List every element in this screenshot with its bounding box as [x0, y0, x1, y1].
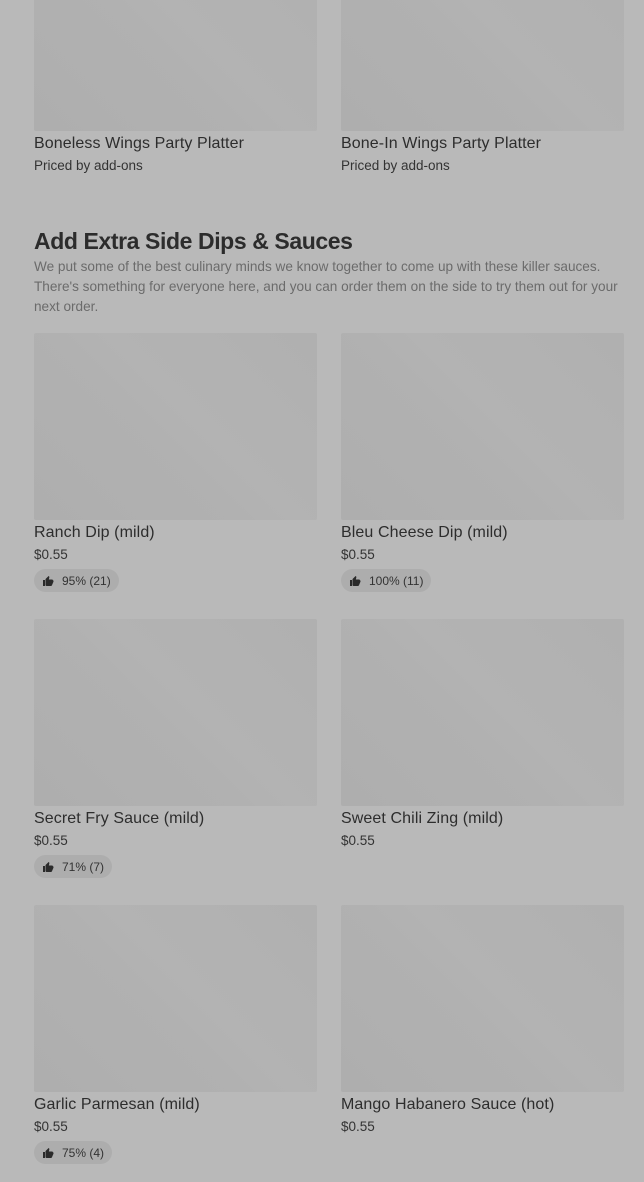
rating-text: 100% (11) [369, 573, 424, 588]
menu-item-image[interactable] [34, 333, 317, 520]
menu-item-image[interactable] [341, 333, 624, 520]
menu-item-card[interactable]: Bleu Cheese Dip (mild) $0.55 100% (11) [341, 333, 624, 592]
menu-item-card[interactable]: Boneless Wings Party Platter Priced by a… [34, 0, 317, 175]
menu-item-image[interactable] [34, 619, 317, 806]
section-title: Add Extra Side Dips & Sauces [34, 228, 353, 254]
rating-badge: 75% (4) [34, 1141, 113, 1164]
menu-item-price: $0.55 [34, 833, 68, 848]
menu-item-card[interactable]: Bone-In Wings Party Platter Priced by ad… [341, 0, 624, 175]
thumbs-up-icon [43, 1147, 54, 1158]
menu-item-card[interactable]: Secret Fry Sauce (mild) $0.55 71% (7) [34, 619, 317, 878]
menu-item-name: Ranch Dip (mild) [34, 524, 155, 541]
menu-item-image[interactable] [341, 0, 624, 131]
section-description: We put some of the best culinary minds w… [34, 259, 618, 314]
menu-item-image[interactable] [341, 905, 624, 1092]
menu-item-price: Priced by add-ons [34, 158, 143, 173]
menu-item-price: $0.55 [341, 833, 375, 848]
menu-item-name: Mango Habanero Sauce (hot) [341, 1096, 555, 1113]
rating-text: 75% (4) [62, 1145, 105, 1160]
menu-item-price: $0.55 [34, 1119, 68, 1134]
menu-item-card[interactable]: Ranch Dip (mild) $0.55 95% (21) [34, 333, 317, 592]
menu-item-price: Priced by add-ons [341, 158, 450, 173]
thumbs-up-icon [350, 575, 361, 586]
menu-item-price: $0.55 [34, 547, 68, 562]
menu-item-name: Garlic Parmesan (mild) [34, 1096, 200, 1113]
rating-badge: 95% (21) [34, 569, 119, 592]
menu-item-card[interactable]: Garlic Parmesan (mild) $0.55 75% (4) [34, 905, 317, 1164]
menu-item-name: Secret Fry Sauce (mild) [34, 810, 205, 827]
menu-item-card[interactable]: Mango Habanero Sauce (hot) $0.55 [341, 905, 624, 1136]
rating-text: 71% (7) [62, 859, 105, 874]
rating-text: 95% (21) [62, 573, 111, 588]
menu-item-name: Sweet Chili Zing (mild) [341, 810, 504, 827]
menu-item-price: $0.55 [341, 1119, 375, 1134]
rating-badge: 100% (11) [341, 569, 432, 592]
rating-badge: 71% (7) [34, 855, 113, 878]
menu-item-name: Bone-In Wings Party Platter [341, 135, 542, 152]
menu-item-name: Boneless Wings Party Platter [34, 135, 244, 152]
menu-item-name: Bleu Cheese Dip (mild) [341, 524, 508, 541]
thumbs-up-icon [43, 575, 54, 586]
menu-item-card[interactable]: Sweet Chili Zing (mild) $0.55 [341, 619, 624, 850]
menu-item-image[interactable] [34, 905, 317, 1092]
menu-page: Boneless Wings Party Platter Priced by a… [0, 0, 644, 1182]
thumbs-up-icon [43, 861, 54, 872]
menu-item-price: $0.55 [341, 547, 375, 562]
menu-item-image[interactable] [34, 0, 317, 131]
menu-item-image[interactable] [341, 619, 624, 806]
